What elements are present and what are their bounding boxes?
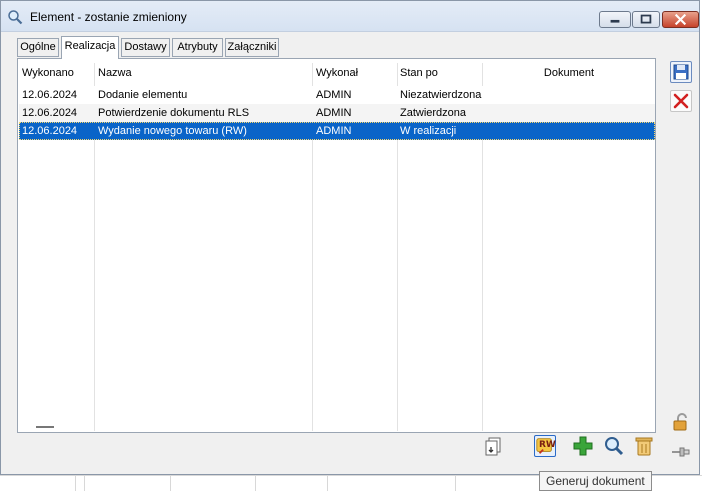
magnifier-icon	[605, 437, 624, 456]
plus-icon	[573, 436, 593, 456]
grid-line	[84, 475, 85, 491]
preview-button[interactable]	[603, 435, 625, 457]
grid-line	[75, 475, 76, 491]
column-header-wykonal[interactable]: Wykonał	[316, 67, 358, 79]
cell-date: 12.06.2024	[22, 89, 78, 101]
grid-line	[255, 475, 256, 491]
minimize-icon	[610, 19, 620, 23]
generate-rw-label: RW	[539, 440, 556, 450]
tab-panel: Wykonano Nazwa Wykonał Stan po Dokument …	[17, 58, 656, 433]
maximize-button[interactable]	[632, 11, 660, 28]
cancel-button[interactable]	[670, 90, 692, 112]
lock-button[interactable]	[670, 411, 692, 433]
history-table: Wykonano Nazwa Wykonał Stan po Dokument …	[19, 63, 655, 431]
horizontal-scroll-thumb[interactable]	[36, 426, 54, 428]
magnifier-icon	[8, 10, 23, 25]
column-header-dokument[interactable]: Dokument	[483, 67, 655, 79]
tab-realizacja[interactable]: Realizacja	[61, 36, 119, 59]
pin-button[interactable]	[670, 441, 692, 463]
cell-state: Zatwierdzona	[400, 107, 467, 119]
cell-state: Niezatwierdzona	[400, 89, 482, 101]
cell-by: ADMIN	[316, 125, 352, 137]
tab-dostawy[interactable]: Dostawy	[121, 38, 170, 57]
cell-by: ADMIN	[316, 107, 352, 119]
table-row[interactable]: 12.06.2024 Potwierdzenie dokumentu RLS A…	[19, 104, 655, 122]
cell-name: Potwierdzenie dokumentu RLS	[98, 107, 250, 119]
tab-zalaczniki[interactable]: Załączniki	[225, 38, 279, 57]
window-title: Element - zostanie zmieniony	[30, 10, 187, 24]
trash-can-icon	[635, 437, 653, 456]
grid-line	[455, 475, 456, 491]
tab-atrybuty[interactable]: Atrybuty	[172, 38, 223, 57]
cell-date: 12.06.2024	[22, 125, 78, 137]
close-button[interactable]	[662, 11, 699, 28]
column-header-wykonano[interactable]: Wykonano	[22, 67, 74, 79]
delete-button[interactable]	[633, 435, 655, 457]
pin-icon	[672, 447, 690, 457]
tooltip: Generuj dokument	[539, 471, 652, 491]
close-icon	[674, 13, 687, 26]
column-header-nazwa[interactable]: Nazwa	[98, 67, 132, 79]
minimize-button[interactable]	[599, 11, 631, 28]
cell-date: 12.06.2024	[22, 107, 78, 119]
cell-name: Dodanie elementu	[98, 89, 188, 101]
cell-state: W realizacji	[400, 125, 457, 137]
table-row-selected[interactable]: 12.06.2024 Wydanie nowego towaru (RW) AD…	[19, 122, 655, 140]
add-button[interactable]	[572, 435, 594, 457]
padlock-icon	[673, 413, 687, 431]
dialog-window: Element - zostanie zmieniony Ogólne Real…	[0, 0, 700, 475]
save-button[interactable]	[670, 61, 692, 83]
title-bar[interactable]: Element - zostanie zmieniony	[1, 1, 699, 32]
cell-by: ADMIN	[316, 89, 352, 101]
grid-line	[327, 475, 328, 491]
documents-icon	[485, 437, 501, 456]
table-row[interactable]: 12.06.2024 Dodanie elementu ADMIN Niezat…	[19, 86, 655, 104]
floppy-disk-icon	[673, 64, 689, 80]
tab-ogolne[interactable]: Ogólne	[17, 38, 59, 57]
maximize-icon	[640, 14, 652, 24]
column-header-stan-po[interactable]: Stan po	[400, 67, 438, 79]
red-x-icon	[673, 93, 689, 109]
generate-document-button[interactable]: RW	[534, 435, 556, 457]
grid-line	[170, 475, 171, 491]
cell-name: Wydanie nowego towaru (RW)	[98, 125, 247, 137]
documents-button[interactable]	[482, 435, 504, 457]
